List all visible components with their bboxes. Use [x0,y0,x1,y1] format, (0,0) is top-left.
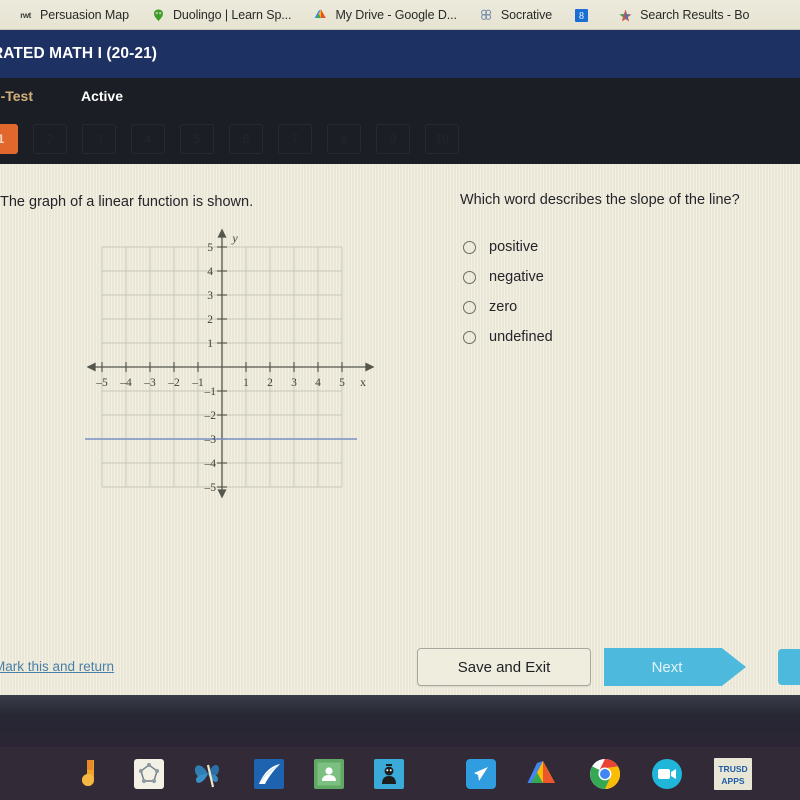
y-tick-label: 1 [207,338,213,350]
bookmark-label: My Drive - Google D... [335,8,457,22]
course-title: RATED MATH I (20-21) [0,45,158,62]
x-tick-label: 4 [315,377,321,389]
y-tick-label: –3 [204,434,217,446]
google-drive-icon[interactable] [524,755,562,793]
linear-function-graph: –5 –4 –3 –2 –1 1 2 3 4 5 5 4 3 2 1 –1 –2… [85,220,380,500]
x-tick-label: 5 [339,377,345,389]
rwt-icon: rwt [20,10,31,20]
question-content-area: The graph of a linear function is shown.… [0,164,800,639]
bookmark-persuasion-map[interactable]: rwt Persuasion Map [18,8,129,23]
y-tick-label: –2 [204,410,217,422]
radio-button-icon[interactable] [463,300,476,314]
question-nav-item-6[interactable]: 6 [229,124,263,154]
clever-icon[interactable] [250,755,288,793]
svg-text:TRUSD: TRUSD [718,764,747,774]
bookmark-label: Duolingo | Learn Sp... [172,8,292,22]
radio-button-icon[interactable] [463,330,476,344]
x-axis-label: x [360,375,366,389]
x-tick-label: 3 [291,377,297,389]
x-tick-label: –3 [143,377,156,389]
bookmark-my-drive[interactable]: My Drive - Google D... [313,8,457,23]
tab-pre-test[interactable]: Pre-Test [0,88,33,104]
y-tick-label: 4 [207,266,213,278]
kahoot-icon[interactable] [370,755,408,793]
question-action-bar: Mark this and return Save and Exit Next [0,639,800,695]
browser-bookmark-bar: rwt Persuasion Map Duolingo | Learn Sp..… [0,0,800,30]
socrative-icon [479,8,494,23]
google-drive-icon [313,8,328,23]
y-tick-label: –5 [204,482,217,494]
y-tick-label: –1 [204,386,217,398]
os-taskbar: TRUSD APPS [0,747,800,800]
answer-choice-positive[interactable]: positive [463,232,793,262]
save-and-exit-button[interactable]: Save and Exit [417,648,591,686]
coordinate-plane-svg: –5 –4 –3 –2 –1 1 2 3 4 5 5 4 3 2 1 –1 –2… [85,228,375,499]
answer-choice-label: zero [489,299,518,315]
laptop-bezel [0,695,800,747]
answer-choice-undefined[interactable]: undefined [463,322,793,352]
x-tick-label: –2 [167,377,180,389]
answer-choice-zero[interactable]: zero [463,292,793,322]
bookmark-search-results[interactable]: Search Results - Bo [618,8,749,23]
mark-this-and-return-link[interactable]: Mark this and return [0,659,114,674]
question-number-nav: 1 2 3 4 5 6 7 8 9 10 [0,114,800,164]
question-nav-item-8[interactable]: 8 [327,124,361,154]
answer-choice-label: positive [489,239,539,255]
y-axis-label: y [231,231,238,245]
y-tick-label: 5 [207,242,213,254]
x-tick-label: –1 [191,377,204,389]
question-nav-item-3[interactable]: 3 [82,124,116,154]
x-tick-label: –4 [119,377,132,389]
answer-choice-negative[interactable]: negative [463,262,793,292]
chrome-icon[interactable] [586,755,624,793]
bookmark-label: Socrative [500,8,553,22]
question-nav-item-1[interactable]: 1 [0,124,18,154]
question-nav-item-4[interactable]: 4 [131,124,165,154]
svg-text:8: 8 [579,11,584,22]
x-tick-labels: –5 –4 –3 –2 –1 1 2 3 4 5 [95,377,345,389]
desmos-icon[interactable] [70,755,108,793]
y-tick-label: 2 [207,314,213,326]
question-nav-item-2[interactable]: 2 [33,124,67,154]
blue-8-icon: 8 [574,8,589,23]
question-nav-item-7[interactable]: 7 [278,124,312,154]
course-header-bar: RATED MATH I (20-21) [0,30,800,78]
x-tick-label: 2 [267,377,273,389]
butterfly-icon[interactable] [190,755,228,793]
google-classroom-icon[interactable] [310,755,348,793]
zoom-icon[interactable] [648,755,686,793]
assessment-tab-strip: Pre-Test Active [0,78,800,114]
answer-choice-label: undefined [489,329,553,345]
answer-choice-label: negative [489,269,544,285]
question-stem-left: The graph of a linear function is shown. [0,194,254,210]
y-tick-labels: 5 4 3 2 1 –1 –2 –3 –4 –5 [204,242,217,494]
geogebra-icon[interactable] [130,755,168,793]
tab-active[interactable]: Active [81,88,123,104]
trusd-apps-icon[interactable]: TRUSD APPS [710,755,756,793]
bookmark-duolingo[interactable]: Duolingo | Learn Sp... [151,8,292,23]
bookmark-blue-eight[interactable]: 8 [574,8,596,23]
axes [86,228,375,499]
radio-button-icon[interactable] [463,270,476,284]
answer-choice-list: positive negative zero undefined [463,232,793,352]
question-nav-item-5[interactable]: 5 [180,124,214,154]
svg-text:APPS: APPS [721,776,744,786]
nearpod-icon[interactable] [462,755,500,793]
bookmark-label: Persuasion Map [40,8,129,22]
colorful-star-icon [618,8,633,23]
next-button[interactable]: Next [604,648,746,686]
y-tick-label: 3 [207,290,213,302]
duolingo-owl-icon [151,8,166,23]
bookmark-label: Search Results - Bo [640,8,750,22]
radio-button-icon[interactable] [463,240,476,254]
submit-button-partial[interactable] [778,649,800,685]
x-tick-label: 1 [243,377,249,389]
bookmark-socrative[interactable]: Socrative [479,8,552,23]
question-nav-item-9[interactable]: 9 [376,124,410,154]
x-tick-label: –5 [95,377,108,389]
y-tick-label: –4 [204,458,217,470]
question-nav-item-10[interactable]: 10 [425,124,459,154]
next-button-label: Next [651,658,683,676]
question-stem-right: Which word describes the slope of the li… [460,192,740,208]
